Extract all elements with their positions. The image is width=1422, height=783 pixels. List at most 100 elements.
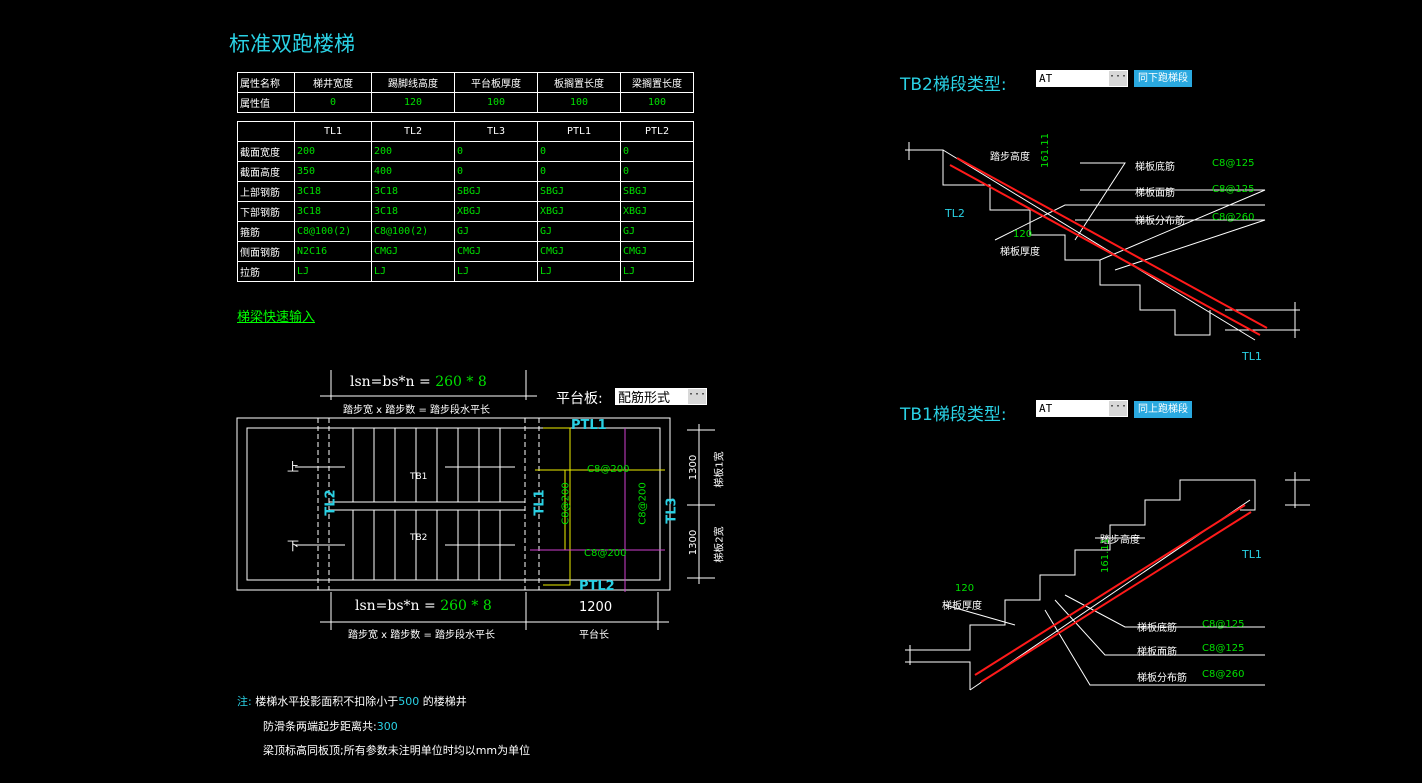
table-row: 上部钢筋 3C18 3C18 SBGJ SBGJ SBGJ bbox=[237, 181, 694, 202]
attr-value-cell[interactable]: 0 bbox=[294, 92, 372, 113]
beam-cell[interactable]: GJ bbox=[454, 221, 538, 242]
beam-cell[interactable]: GJ bbox=[537, 221, 621, 242]
formula-top: lsn=bs*n = 260 * 8 bbox=[350, 374, 487, 390]
formula-caption-bottom: 踏步宽 x 踏步数 = 踏步段水平长 bbox=[348, 630, 496, 641]
beam-cell[interactable]: LJ bbox=[454, 261, 538, 282]
beam-row-label: 拉筋 bbox=[237, 261, 295, 282]
beam-cell[interactable]: CMGJ bbox=[537, 241, 621, 262]
tb2-label: TB2 bbox=[410, 533, 428, 543]
beam-cell[interactable]: 200 bbox=[294, 141, 372, 162]
tb2-bottom-rebar-value: C8@125 bbox=[1212, 158, 1255, 169]
formula-bottom: lsn=bs*n = 260 * 8 bbox=[355, 598, 492, 614]
same-as-upper-button[interactable]: 同上跑梯段 bbox=[1134, 401, 1192, 418]
note-number: 500 bbox=[398, 695, 420, 708]
beam-cell[interactable]: 200 bbox=[371, 141, 455, 162]
rebar-label: C8@200 bbox=[587, 464, 630, 475]
attr-header: 板搁置长度 bbox=[537, 72, 621, 93]
tread-lines bbox=[352, 428, 501, 580]
beam-cell[interactable]: LJ bbox=[620, 261, 694, 282]
tb1-tl1-label: TL1 bbox=[1242, 548, 1262, 561]
table-row: 箍筋 C8@100(2) C8@100(2) GJ GJ GJ bbox=[237, 221, 694, 242]
ptl1-label: PTL1 bbox=[571, 418, 607, 433]
beam-cell[interactable]: SBGJ bbox=[620, 181, 694, 202]
ellipsis-icon[interactable]: ··· bbox=[1109, 401, 1127, 416]
up-label: 上 bbox=[287, 460, 300, 474]
beam-cell[interactable]: XBGJ bbox=[454, 201, 538, 222]
note-number: 300 bbox=[376, 720, 398, 733]
platform-length: 1200 bbox=[579, 600, 613, 615]
tb2-tl2-label: TL2 bbox=[945, 207, 965, 220]
attr-row-label: 属性值 bbox=[237, 92, 295, 113]
tb2-type-select[interactable]: AT ··· bbox=[1036, 70, 1128, 87]
beam-cell[interactable]: LJ bbox=[294, 261, 372, 282]
beam-cell[interactable]: 0 bbox=[537, 141, 621, 162]
attr-value-cell[interactable]: 100 bbox=[454, 92, 538, 113]
beam-cell[interactable]: 3C18 bbox=[294, 181, 372, 202]
beam-cell[interactable]: CMGJ bbox=[371, 241, 455, 262]
tb1-label: TB1 bbox=[410, 472, 428, 482]
attr-header: 踢脚线高度 bbox=[371, 72, 455, 93]
beam-cell[interactable]: C8@100(2) bbox=[294, 221, 372, 242]
tb2-step-height-value: 161.11 bbox=[1040, 133, 1051, 168]
attr-value-cell[interactable]: 120 bbox=[371, 92, 455, 113]
formula-caption-top: 踏步宽 x 踏步数 = 踏步段水平长 bbox=[343, 405, 491, 416]
beam-cell[interactable]: GJ bbox=[620, 221, 694, 242]
table-row: 下部钢筋 3C18 3C18 XBGJ XBGJ XBGJ bbox=[237, 201, 694, 222]
beam-cell[interactable]: 0 bbox=[454, 161, 538, 182]
platform-length-label: 平台长 bbox=[579, 630, 609, 641]
note-text: 楼梯水平投影面积不扣除小于 bbox=[255, 695, 399, 708]
beam-cell[interactable]: LJ bbox=[371, 261, 455, 282]
width2-value: 1300 bbox=[688, 529, 700, 556]
note-text: 防滑条两端起步距离共: bbox=[263, 720, 377, 733]
tb2-bottom-rebar-label: 梯板底筋 bbox=[1135, 162, 1175, 173]
beam-cell[interactable]: 3C18 bbox=[371, 181, 455, 202]
beam-cell[interactable]: CMGJ bbox=[620, 241, 694, 262]
tb2-thickness-label: 梯板厚度 bbox=[1000, 247, 1040, 258]
table-row: 截面高度 350 400 0 0 0 bbox=[237, 161, 694, 182]
attr-header: 平台板厚度 bbox=[454, 72, 538, 93]
beam-cell[interactable]: 0 bbox=[454, 141, 538, 162]
tb1-type-select[interactable]: AT ··· bbox=[1036, 400, 1128, 417]
attr-value-cell[interactable]: 100 bbox=[537, 92, 621, 113]
down-label: 下 bbox=[287, 539, 300, 553]
beam-cell[interactable]: 400 bbox=[371, 161, 455, 182]
tb1-step-height-value: 161.11 bbox=[1100, 538, 1111, 573]
tb1-type-value: AT bbox=[1039, 402, 1053, 415]
beam-cell[interactable]: CMGJ bbox=[454, 241, 538, 262]
tb2-step-height-label: 踏步高度 bbox=[990, 152, 1030, 163]
beam-cell[interactable]: 0 bbox=[620, 141, 694, 162]
rebar-label: C8@200 bbox=[637, 482, 649, 525]
tb2-top-rebar-label: 梯板面筋 bbox=[1135, 188, 1175, 199]
table-row: 截面宽度 200 200 0 0 0 bbox=[237, 141, 694, 162]
width1-value: 1300 bbox=[688, 454, 700, 481]
beam-cell[interactable]: XBGJ bbox=[537, 201, 621, 222]
beam-cell[interactable]: SBGJ bbox=[537, 181, 621, 202]
beam-cell[interactable]: 3C18 bbox=[294, 201, 372, 222]
quick-input-link[interactable]: 梯梁快速输入 bbox=[237, 306, 315, 325]
tb1-dist-rebar-label: 梯板分布筋 bbox=[1137, 673, 1187, 684]
beam-cell[interactable]: 0 bbox=[537, 161, 621, 182]
beam-cell[interactable]: XBGJ bbox=[620, 201, 694, 222]
ellipsis-icon[interactable]: ··· bbox=[1109, 71, 1127, 86]
beam-cell[interactable]: 0 bbox=[620, 161, 694, 182]
ptl2-label: PTL2 bbox=[579, 579, 615, 594]
page-title: 标准双跑楼梯 bbox=[229, 32, 355, 56]
note-text: 的楼梯井 bbox=[422, 695, 467, 708]
tb1-dist-rebar-value: C8@260 bbox=[1202, 669, 1245, 680]
beam-cell[interactable]: N2C16 bbox=[294, 241, 372, 262]
tb1-type-label: TB1梯段类型: bbox=[900, 405, 1007, 425]
attribute-table: 属性名称 梯井宽度 踢脚线高度 平台板厚度 板搁置长度 梁搁置长度 属性值 0 … bbox=[237, 72, 694, 113]
beam-cell[interactable]: 350 bbox=[294, 161, 372, 182]
same-as-lower-button[interactable]: 同下跑梯段 bbox=[1134, 70, 1192, 87]
beam-col-header: TL3 bbox=[454, 121, 538, 142]
attr-value-cell[interactable]: 100 bbox=[620, 92, 694, 113]
note-prefix: 注: bbox=[237, 695, 252, 708]
beam-cell[interactable]: SBGJ bbox=[454, 181, 538, 202]
note-line-3: 梁顶标高同板顶;所有参数未注明单位时均以mm为单位 bbox=[263, 744, 531, 757]
beam-cell[interactable]: C8@100(2) bbox=[371, 221, 455, 242]
beam-col-header: PTL2 bbox=[620, 121, 694, 142]
attr-header: 梯井宽度 bbox=[294, 72, 372, 93]
beam-cell[interactable]: 3C18 bbox=[371, 201, 455, 222]
beam-row-label: 下部钢筋 bbox=[237, 201, 295, 222]
beam-cell[interactable]: LJ bbox=[537, 261, 621, 282]
